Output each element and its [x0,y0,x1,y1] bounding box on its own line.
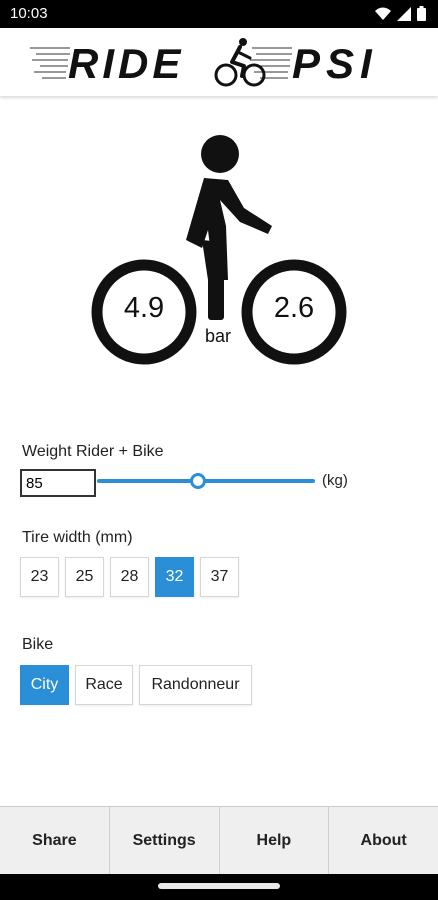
signal-icon [397,6,411,21]
settings-button[interactable]: Settings [110,807,220,875]
tire-option-23[interactable]: 23 [20,557,59,597]
bike-option-race[interactable]: Race [75,665,133,705]
pressure-unit-label: bar [205,326,232,346]
home-gesture-handle[interactable] [158,883,280,889]
weight-label: Weight Rider + Bike [22,443,164,460]
tire-width-label: Tire width (mm) [22,529,133,546]
rear-pressure-value: 2.6 [273,292,315,324]
bike-option-randonneur[interactable]: Randonneur [139,665,252,705]
tire-option-28[interactable]: 28 [110,557,149,597]
tire-width-options: 23 25 28 32 37 [20,557,239,597]
tire-option-32[interactable]: 32 [155,557,194,597]
weight-slider[interactable] [97,479,315,483]
rider-illustration: 4.9 2.6 bar [90,130,350,370]
ride-psi-logo: RIDE PSI [30,38,378,87]
weight-unit-label: (kg) [322,472,348,489]
wifi-icon [375,7,391,20]
weight-input[interactable] [20,469,96,497]
help-button[interactable]: Help [220,807,330,875]
system-nav-bar [0,874,438,900]
status-icons [375,6,426,21]
share-button[interactable]: Share [0,807,110,875]
tire-option-37[interactable]: 37 [200,557,239,597]
logo-text-ride: RIDE [68,40,184,87]
logo-text-psi: PSI [292,40,378,87]
battery-icon [417,6,426,21]
status-bar: 10:03 [0,0,438,28]
app-header: RIDE PSI [0,28,438,96]
bike-option-city[interactable]: City [20,665,69,705]
status-time: 10:03 [10,5,48,22]
tire-option-25[interactable]: 25 [65,557,104,597]
cyclist-icon [214,38,266,87]
weight-slider-thumb[interactable] [190,473,206,489]
about-button[interactable]: About [329,807,438,875]
bottom-nav: Share Settings Help About [0,806,438,875]
front-pressure-value: 4.9 [123,292,165,324]
bike-type-label: Bike [22,636,54,653]
bike-type-options: City Race Randonneur [20,665,252,705]
